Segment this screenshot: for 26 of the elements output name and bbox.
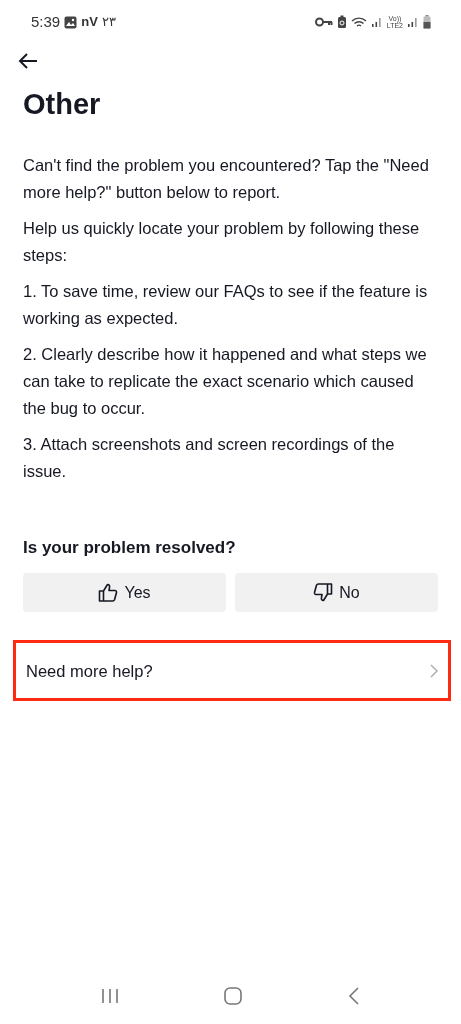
- paragraph: 3. Attach screenshots and screen recordings of the issue.: [23, 433, 396, 482]
- thumbs-up-icon: [98, 583, 119, 603]
- paragraph: 1. To save time, review our FAQs to see if the feature is working as expected.: [23, 280, 429, 329]
- yes-button[interactable]: Yes: [23, 573, 226, 613]
- image-icon: [64, 15, 78, 29]
- battery-icon: [423, 15, 431, 29]
- question-text: Is your problem resolved?: [23, 536, 237, 559]
- back-icon[interactable]: [348, 987, 361, 1005]
- home-icon[interactable]: [224, 987, 243, 1005]
- recent-apps-icon[interactable]: [100, 988, 119, 1004]
- key-icon: [314, 17, 333, 27]
- paragraph: Help us quickly locate your problem by following these steps:: [23, 217, 421, 266]
- page-title: Other: [23, 87, 102, 122]
- app-label: nV: [81, 13, 98, 32]
- chevron-right-icon: [430, 663, 438, 678]
- no-button[interactable]: No: [235, 573, 438, 613]
- paragraph: Can't find the problem you encountered? Tap the "Need more help?" button below to report.: [23, 154, 430, 203]
- wifi-icon: [350, 15, 367, 29]
- signal-icon: [407, 16, 419, 28]
- notification-count: ٢٣: [101, 13, 116, 32]
- thumbs-down-icon: [313, 583, 334, 603]
- paragraph: 2. Clearly describe how it happened and what steps we can take to replicate the exact scenario which caused the bug to occur.: [23, 343, 428, 419]
- battery-saver-icon: [336, 15, 347, 29]
- status-time: 5:39: [31, 11, 61, 32]
- signal-icon: [370, 16, 383, 28]
- need-help-row[interactable]: Need more help?: [13, 640, 451, 702]
